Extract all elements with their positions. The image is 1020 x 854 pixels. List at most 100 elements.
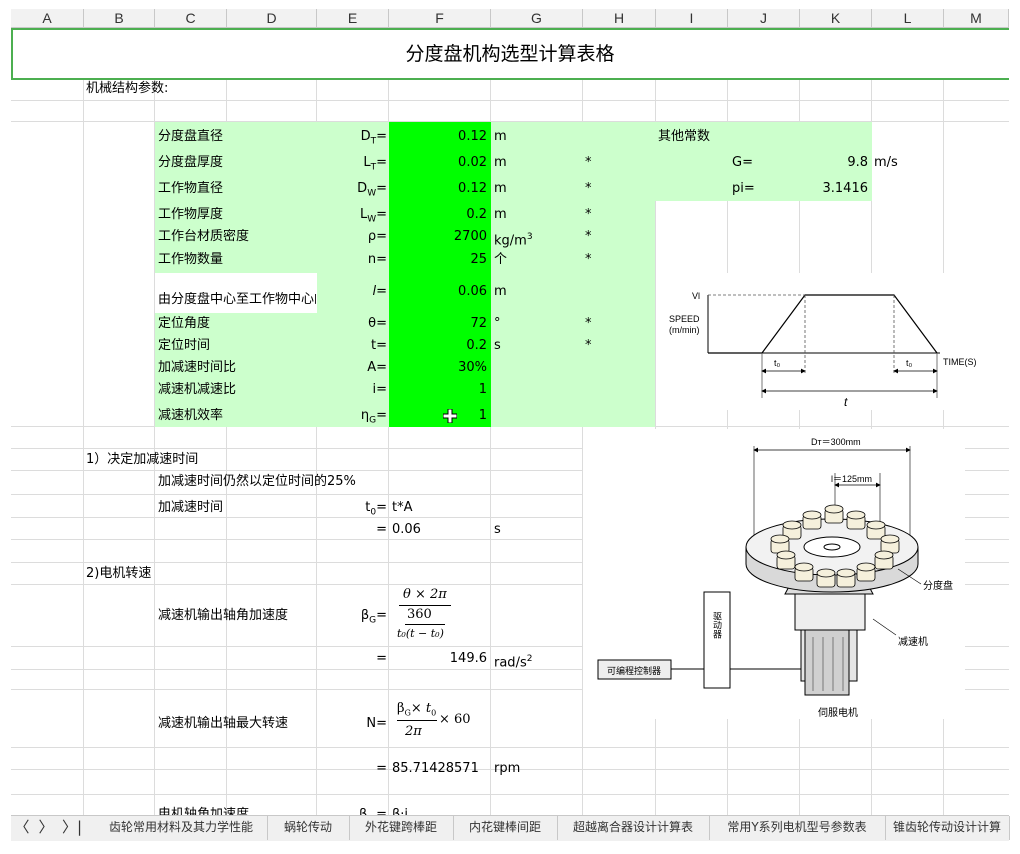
param-unit: °: [494, 316, 501, 331]
param-value[interactable]: 72: [389, 316, 487, 332]
motor-accel-symbol: βm=: [359, 807, 387, 815]
column-header-J[interactable]: J: [728, 9, 800, 28]
speed-label: SPEED: [669, 314, 700, 324]
column-header-E[interactable]: E: [317, 9, 389, 28]
column-header-B[interactable]: B: [84, 9, 155, 28]
param-value[interactable]: 0.2: [389, 207, 487, 223]
step1-eq: =: [376, 522, 387, 537]
column-header-M[interactable]: M: [944, 9, 1009, 28]
param-label: 分度盘厚度: [158, 155, 224, 170]
max-speed-eq: =: [376, 761, 387, 776]
step1-value[interactable]: 0.06: [392, 522, 421, 538]
param-value[interactable]: 0.2: [389, 338, 487, 354]
last-sheet-button[interactable]: 〉|: [59, 816, 85, 840]
gridline: [11, 747, 1009, 748]
column-header-A[interactable]: A: [11, 9, 84, 28]
param-symbol: LW=: [359, 207, 387, 225]
t0-label-left: t₀: [774, 358, 781, 368]
required-marker: *: [585, 338, 592, 353]
l-label: l＝125mm: [831, 474, 872, 484]
param-label: 定位角度: [158, 316, 211, 331]
param-unit: kg/m3: [494, 232, 533, 249]
param-value[interactable]: 2700: [389, 229, 487, 245]
speed-time-diagram: Vl SPEED (m/min) TIME(S) t₀ t₀ t: [656, 273, 991, 410]
tab-external-spline[interactable]: 外花键跨棒距: [349, 816, 454, 840]
constant-value[interactable]: 3.1416: [800, 181, 869, 197]
tab-gear-materials[interactable]: 齿轮常用材料及其力学性能: [95, 816, 268, 840]
section-header: 机械结构参数:: [86, 81, 169, 96]
time-label: TIME(S): [943, 357, 977, 367]
max-speed-value[interactable]: 85.71428571: [392, 761, 479, 777]
tab-overrunning-clutch[interactable]: 超越离合器设计计算表: [557, 816, 710, 840]
param-label: 减速机效率: [158, 408, 224, 423]
tab-y-motor-params[interactable]: 常用Y系列电机型号参数表: [709, 816, 886, 840]
angular-accel-label: 减速机输出轴角加速度: [158, 608, 289, 623]
column-header-F[interactable]: F: [389, 9, 491, 28]
speed-unit-label: (m/min): [669, 325, 700, 335]
angular-accel-eq: =: [376, 651, 387, 666]
param-value[interactable]: 0.02: [389, 155, 487, 171]
param-symbol: LT=: [363, 155, 387, 173]
param-value[interactable]: 0.06: [389, 284, 487, 300]
spreadsheet-area[interactable]: A B C D E F G H I J K L M 分度盘机构选型计算表格 机械…: [11, 9, 1009, 815]
param-value[interactable]: 1: [389, 408, 487, 424]
angular-accel-unit: rad/s2: [494, 654, 533, 671]
page-title: 分度盘机构选型计算表格: [405, 43, 615, 65]
param-unit: m: [494, 155, 507, 170]
column-header-C[interactable]: C: [155, 9, 227, 28]
required-marker: *: [585, 181, 592, 196]
param-value[interactable]: 0.12: [389, 181, 487, 197]
param-symbol: θ=: [368, 316, 387, 331]
gridline: [83, 28, 84, 815]
column-header-H[interactable]: H: [583, 9, 656, 28]
param-label: 工作物厚度: [158, 207, 224, 222]
required-marker: *: [585, 316, 592, 331]
column-header-L[interactable]: L: [872, 9, 944, 28]
reducer-label: 减速机: [898, 635, 928, 648]
step1-unit: s: [494, 522, 501, 537]
angular-accel-symbol: βG=: [360, 608, 387, 626]
param-value[interactable]: 1: [389, 382, 487, 398]
plc-label: 可编程控制器: [607, 665, 661, 676]
constant-value[interactable]: 9.8: [800, 155, 868, 171]
param-value[interactable]: 25: [389, 252, 487, 268]
motor-accel-formula[interactable]: β·i: [392, 807, 408, 815]
column-header-K[interactable]: K: [800, 9, 872, 28]
param-label: 分度盘直径: [158, 129, 224, 144]
column-header-I[interactable]: I: [656, 9, 728, 28]
param-symbol: ηG=: [360, 408, 387, 426]
motor-accel-label: 电机轴角加速度: [158, 807, 250, 815]
param-label: 工作物数量: [158, 252, 224, 267]
param-value[interactable]: 0.12: [389, 129, 487, 145]
required-marker: *: [585, 252, 592, 267]
step1-formula[interactable]: t*A: [392, 500, 413, 516]
step1-label: 加减速时间: [158, 500, 224, 515]
param-value[interactable]: 30%: [389, 360, 487, 376]
column-header-G[interactable]: G: [491, 9, 583, 28]
param-symbol: n=: [367, 252, 387, 267]
next-sheet-button[interactable]: 〉: [35, 816, 57, 840]
turntable-diagram: Dт＝300mm l＝125mm 分度盘 减速机 伺服电机 驱动器 可编程控制器: [583, 429, 965, 719]
param-symbol: DW=: [357, 181, 387, 199]
tab-worm-gear[interactable]: 蜗轮传动: [267, 816, 350, 840]
first-sheet-button[interactable]: 〈: [11, 816, 33, 840]
param-label: 加减速时间比: [158, 360, 237, 375]
param-label: 减速机减速比: [158, 382, 237, 397]
step1-note: 加减速时间仍然以定位时间的25%: [158, 474, 356, 489]
required-marker: *: [585, 229, 592, 244]
max-speed-formula[interactable]: βG× t0 2π × 60: [395, 699, 475, 743]
t-label: t: [844, 395, 848, 409]
step2-title: 2)电机转速: [86, 566, 152, 581]
param-label: 工作物直径: [158, 181, 224, 196]
angular-accel-value[interactable]: 149.6: [389, 651, 487, 667]
constant-name: pi=: [732, 181, 755, 196]
bottom-margin: [0, 841, 1020, 854]
t0-label-right: t₀: [906, 358, 913, 368]
angular-accel-formula[interactable]: θ × 2π 360 t₀(t − t₀): [395, 587, 455, 643]
tab-bevel-gear[interactable]: 锥齿轮传动设计计算: [885, 816, 1010, 840]
turntable-label: 分度盘: [923, 579, 953, 592]
tab-internal-spline[interactable]: 内花键棒间距: [453, 816, 558, 840]
column-header-D[interactable]: D: [227, 9, 317, 28]
param-unit: m: [494, 207, 507, 222]
param-label: 定位时间: [158, 338, 211, 353]
